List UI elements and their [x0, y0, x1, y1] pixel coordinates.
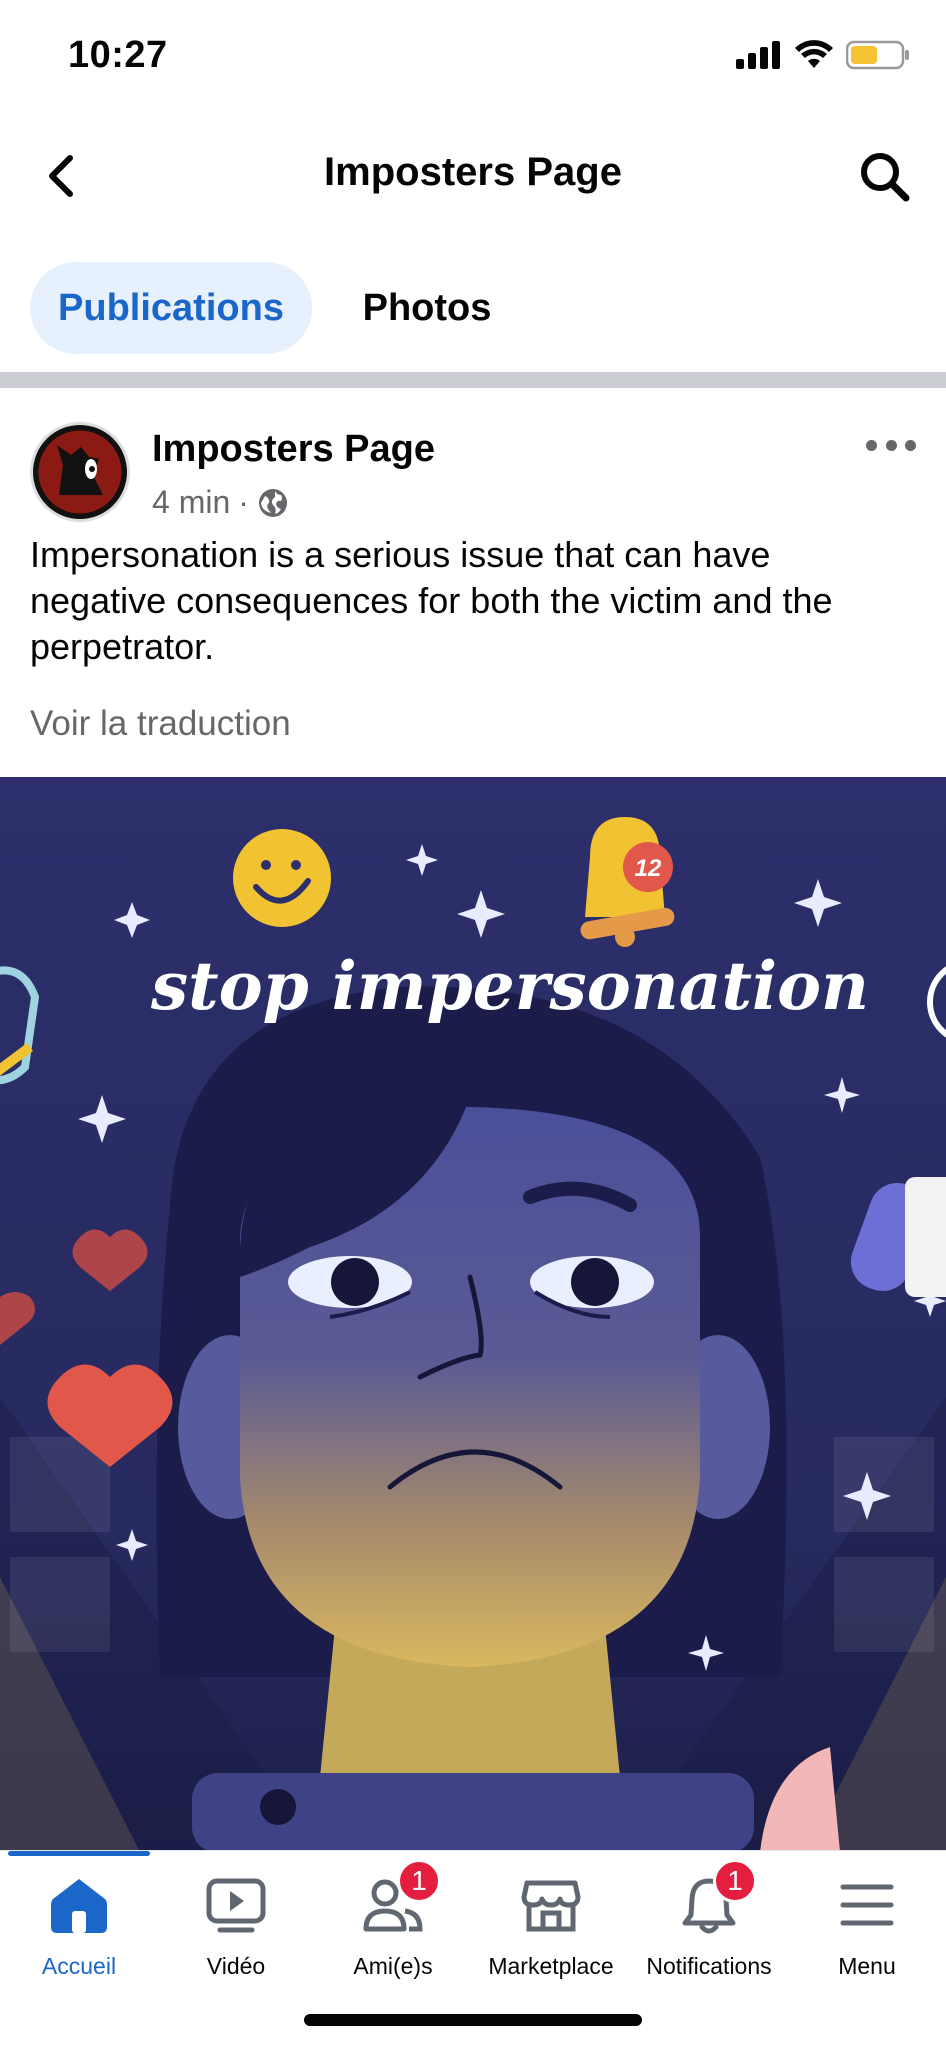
meta-separator: ·	[238, 484, 249, 520]
nav-item-video[interactable]: Vidéo	[157, 1873, 315, 1993]
active-tab-indicator	[8, 1851, 150, 1856]
tab-bar: Publications Photos	[0, 258, 946, 358]
hamburger-menu-icon	[835, 1873, 899, 1937]
nav-label: Marketplace	[488, 1953, 614, 1979]
more-dot-icon	[866, 439, 877, 451]
nav-label: Notifications	[646, 1953, 772, 1979]
tab-photos[interactable]: Photos	[340, 262, 514, 354]
post-image[interactable]: 12 stop impersonation	[0, 777, 946, 1852]
battery-icon	[846, 40, 909, 70]
nav-item-notifications[interactable]: 1 Notifications	[630, 1859, 788, 1993]
bell-badge-count: 12	[635, 855, 662, 882]
see-translation-link[interactable]: Voir la traduction	[30, 704, 291, 744]
notifications-badge: 1	[713, 1859, 757, 1903]
nav-item-friends[interactable]: 1 Ami(e)s	[314, 1859, 472, 1993]
search-icon	[861, 153, 910, 202]
more-options-button[interactable]	[866, 430, 916, 460]
notifications-bell-icon: 1	[677, 1859, 757, 1937]
status-icons	[736, 40, 910, 70]
nav-label: Menu	[838, 1953, 896, 1979]
post-meta: 4 min ·	[152, 484, 289, 521]
page-title: Imposters Page	[324, 150, 622, 194]
status-bar: 10:27	[0, 0, 946, 118]
home-indicator	[304, 2014, 642, 2026]
post-text: Impersonation is a serious issue that ca…	[30, 534, 833, 667]
nav-item-marketplace[interactable]: Marketplace	[472, 1873, 630, 1993]
status-time: 10:27	[68, 34, 168, 76]
image-headline: stop impersonation	[150, 947, 869, 1025]
friends-badge: 1	[397, 1859, 441, 1903]
cellular-signal-icon	[736, 41, 780, 69]
page-avatar[interactable]	[30, 422, 130, 522]
home-icon	[47, 1873, 111, 1937]
page-header: Imposters Page	[0, 118, 946, 238]
section-divider	[0, 372, 946, 388]
nav-item-home[interactable]: Accueil	[0, 1873, 158, 1993]
post-author[interactable]: Imposters Page	[152, 428, 435, 471]
video-icon	[204, 1873, 268, 1937]
stop-impersonation-illustration: 12 stop impersonation	[0, 777, 946, 1852]
nav-label: Accueil	[41, 1953, 117, 1979]
more-dot-icon	[905, 439, 916, 451]
nav-item-menu[interactable]: Menu	[788, 1873, 946, 1993]
avatar-logo-icon	[33, 425, 127, 519]
tab-publications[interactable]: Publications	[30, 262, 312, 354]
more-dot-icon	[885, 439, 897, 451]
marketplace-icon	[519, 1873, 583, 1937]
wifi-icon	[795, 40, 833, 68]
search-button[interactable]	[854, 146, 916, 208]
friends-icon: 1	[361, 1859, 441, 1937]
nav-label: Vidéo	[206, 1953, 266, 1979]
globe-icon	[258, 488, 287, 517]
post-time: 4 min	[152, 484, 231, 520]
nav-label: Ami(e)s	[353, 1953, 433, 1979]
